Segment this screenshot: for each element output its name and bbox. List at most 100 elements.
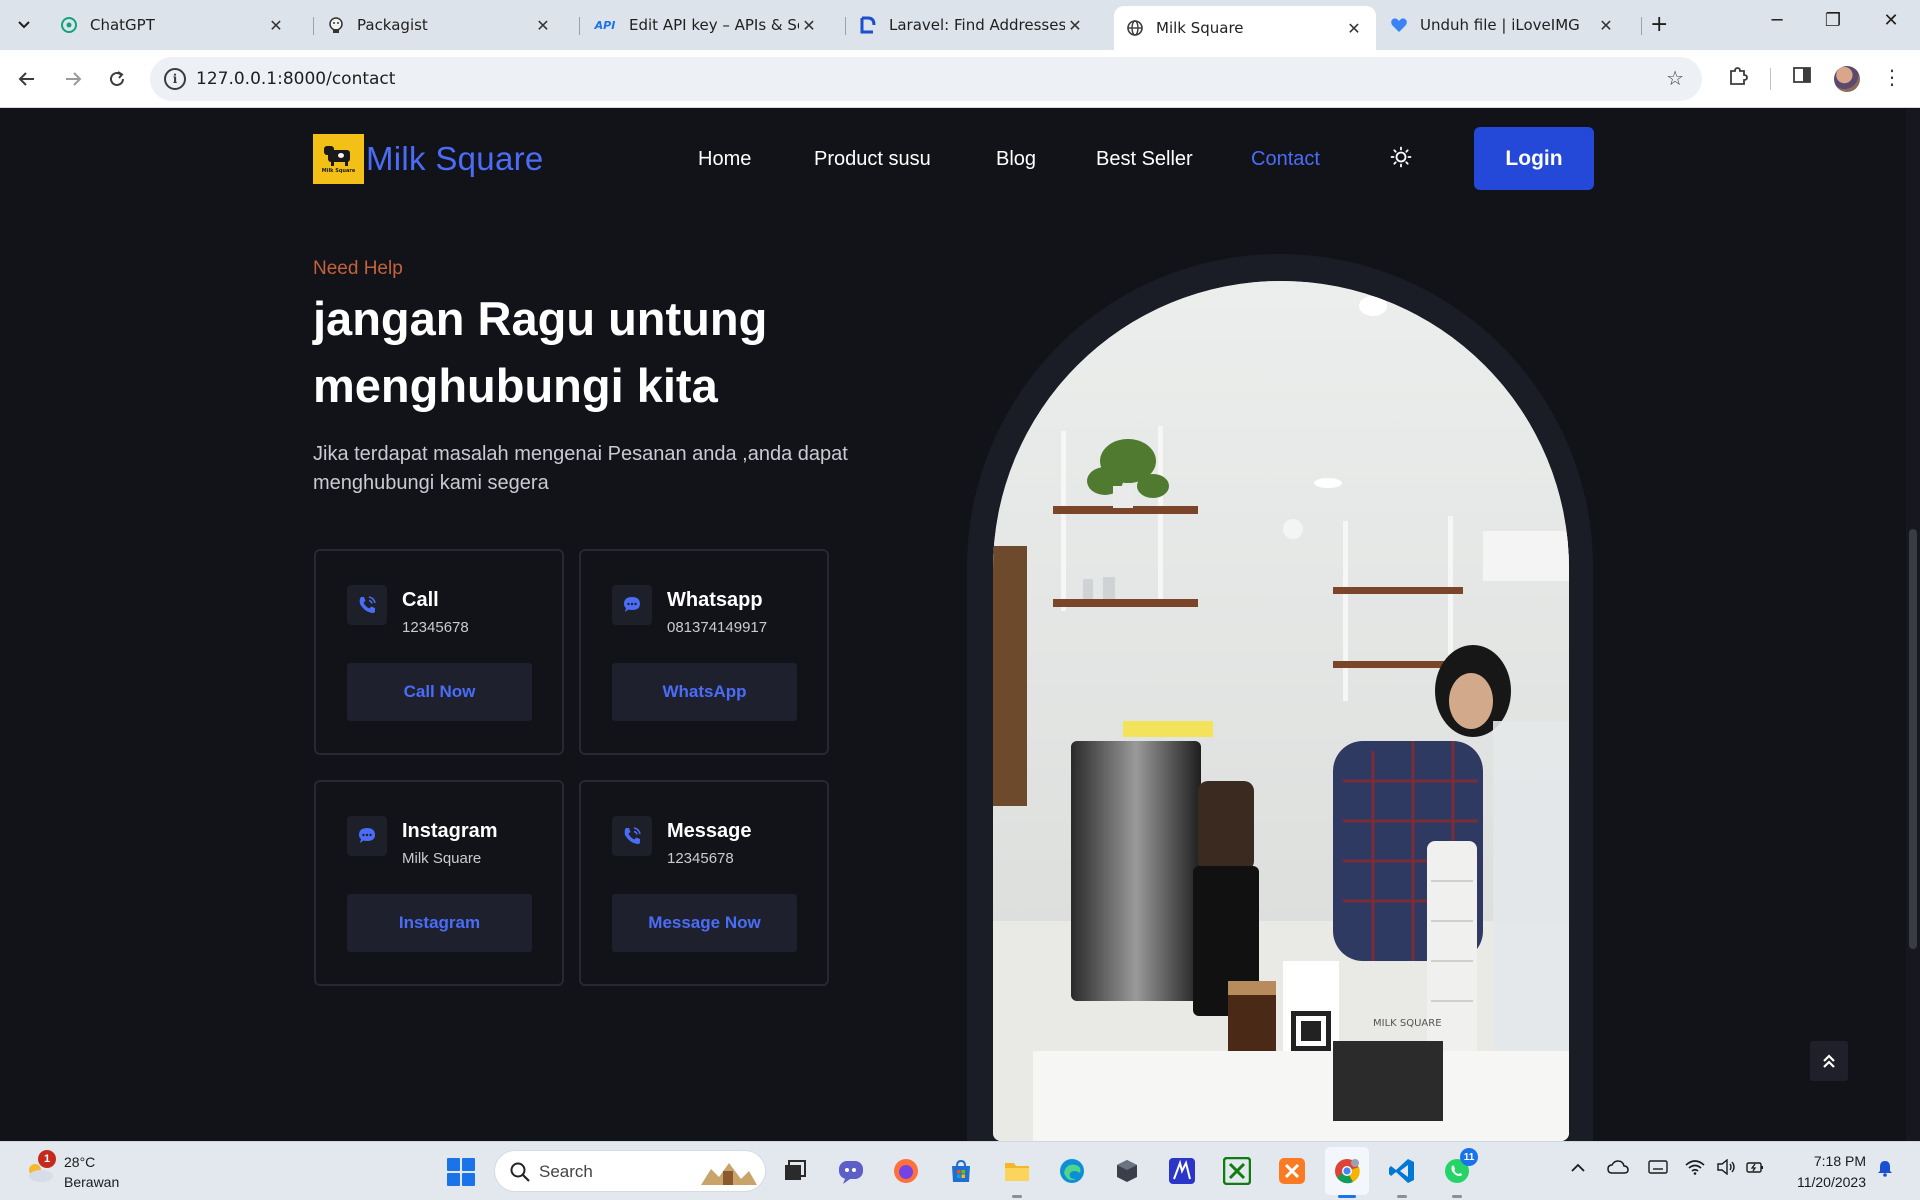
clock-time: 7:18 PM [1813,1153,1866,1169]
task-view-icon[interactable] [778,1154,812,1188]
webpage-viewport: Milk Square Milk Square Home Product sus… [0,109,1920,1141]
api-icon: API [594,18,616,32]
minimize-icon[interactable]: ─ [1757,10,1797,31]
tab-search-button[interactable] [10,11,38,39]
mathway-app-icon[interactable] [1165,1154,1199,1188]
battery-charging-icon[interactable] [1746,1159,1766,1179]
side-panel-icon[interactable] [1788,65,1816,90]
tab-milk-square[interactable]: Milk Square ✕ [1114,6,1376,50]
brand-name: Milk Square [366,140,544,177]
weather-notification-badge: 1 [38,1150,56,1168]
url-text[interactable]: 127.0.0.1:8000/contact [196,69,395,89]
close-tab-icon[interactable]: ✕ [1596,16,1616,35]
tab-api-key[interactable]: API Edit API key – APIs & Servi ✕ [581,8,831,42]
chat-bubble-icon [347,816,387,856]
cow-logo-icon: Milk Square [313,134,364,184]
tab-laravel[interactable]: Laravel: Find Addresses wi ✕ [847,8,1097,42]
cafe-counter-photo: MILK SQUARE [993,281,1569,1141]
extensions-puzzle-icon[interactable] [1724,65,1752,92]
close-tab-icon[interactable]: ✕ [1065,16,1085,35]
wifi-icon[interactable] [1685,1159,1705,1179]
logo-caption: Milk Square [321,168,356,174]
running-indicator [1397,1195,1407,1198]
site-logo[interactable]: Milk Square Milk Square [313,134,544,184]
whatsapp-button[interactable]: WhatsApp [612,663,797,721]
notification-bell-icon[interactable] [1876,1159,1894,1181]
theme-toggle-sun-icon[interactable] [1389,145,1413,169]
tab-title: Unduh file | iLoveIMG [1420,16,1580,34]
forward-arrow-icon[interactable] [58,64,88,94]
close-window-icon[interactable]: ✕ [1871,10,1911,31]
microsoft-store-icon[interactable] [944,1154,978,1188]
chrome-icon[interactable] [1330,1154,1364,1198]
counter-label-text: MILK SQUARE [1373,1018,1442,1029]
tab-title: Packagist [357,16,428,34]
xampp-icon[interactable] [1275,1154,1309,1188]
tab-packagist[interactable]: Packagist ✕ [315,8,565,42]
chatgpt-icon [60,16,78,34]
new-tab-plus-icon[interactable]: + [1650,12,1668,37]
teams-chat-icon[interactable] [834,1154,868,1188]
windows-taskbar: 1 28°C Berawan Search 11 7:18 PM 11/20/2… [0,1141,1920,1200]
show-hidden-icons-chevron-icon[interactable] [1570,1159,1586,1178]
tab-iloveimg[interactable]: Unduh file | iLoveIMG ✕ [1378,8,1628,42]
xbox-icon[interactable] [1220,1154,1254,1188]
laravel-doc-icon [859,16,877,34]
double-chevron-up-icon [1823,1054,1835,1068]
address-bar[interactable]: i 127.0.0.1:8000/contact ☆ [150,57,1702,101]
volume-icon[interactable] [1716,1158,1736,1179]
more-menu-icon[interactable]: ⋮ [1878,65,1906,89]
back-to-top-button[interactable] [1810,1041,1848,1081]
tab-divider [1641,17,1642,35]
instagram-button[interactable]: Instagram [347,894,532,952]
file-explorer-icon[interactable] [1000,1154,1034,1198]
search-icon [510,1162,530,1182]
toolbar-divider [1770,68,1771,90]
page-scrollbar[interactable] [1906,109,1920,1141]
running-indicator [1012,1195,1022,1198]
tab-title: ChatGPT [90,16,155,34]
tab-chatgpt[interactable]: ChatGPT ✕ [48,8,298,42]
back-arrow-icon[interactable] [12,64,42,94]
vscode-icon[interactable] [1385,1154,1419,1198]
running-indicator [1338,1195,1356,1198]
windows-start-icon[interactable] [447,1158,475,1186]
scrollbar-thumb[interactable] [1909,529,1917,949]
edge-icon[interactable] [1055,1154,1089,1188]
taskbar-search[interactable]: Search [494,1150,766,1192]
card-value: 12345678 [402,619,469,636]
firefox-icon[interactable] [889,1154,923,1188]
nav-best-seller[interactable]: Best Seller [1096,148,1193,171]
close-tab-icon[interactable]: ✕ [1344,19,1364,38]
weather-temperature: 28°C [64,1154,96,1170]
close-tab-icon[interactable]: ✕ [799,16,819,35]
card-title: Message [667,820,752,842]
whatsapp-icon[interactable]: 11 [1440,1148,1478,1198]
phone-icon [347,585,387,625]
card-title: Instagram [402,820,498,842]
nav-home[interactable]: Home [698,148,751,171]
close-tab-icon[interactable]: ✕ [533,16,553,35]
tab-title: Laravel: Find Addresses wi [889,16,1065,34]
site-info-icon[interactable]: i [164,68,186,90]
reload-icon[interactable] [102,64,132,94]
close-tab-icon[interactable]: ✕ [266,16,286,35]
search-placeholder: Search [539,1162,593,1181]
globe-icon [1126,19,1144,37]
system-clock[interactable]: 7:18 PM 11/20/2023 [1782,1151,1866,1193]
card-title: Whatsapp [667,589,763,611]
weather-widget[interactable]: 1 28°C Berawan [20,1150,130,1194]
bookmark-star-icon[interactable]: ☆ [1666,66,1684,90]
call-now-button[interactable]: Call Now [347,663,532,721]
keyboard-icon[interactable] [1648,1159,1668,1178]
login-button[interactable]: Login [1474,127,1594,190]
profile-avatar[interactable] [1834,66,1860,92]
page-headline: jangan Ragu untung menghubungi kita [313,292,768,412]
nav-contact[interactable]: Contact [1251,148,1320,171]
dark-cube-app-icon[interactable] [1110,1154,1144,1188]
message-now-button[interactable]: Message Now [612,894,797,952]
restore-icon[interactable]: ❐ [1813,10,1853,31]
nav-blog[interactable]: Blog [996,148,1036,171]
nav-product-susu[interactable]: Product susu [814,148,931,171]
onedrive-cloud-icon[interactable] [1607,1159,1629,1179]
